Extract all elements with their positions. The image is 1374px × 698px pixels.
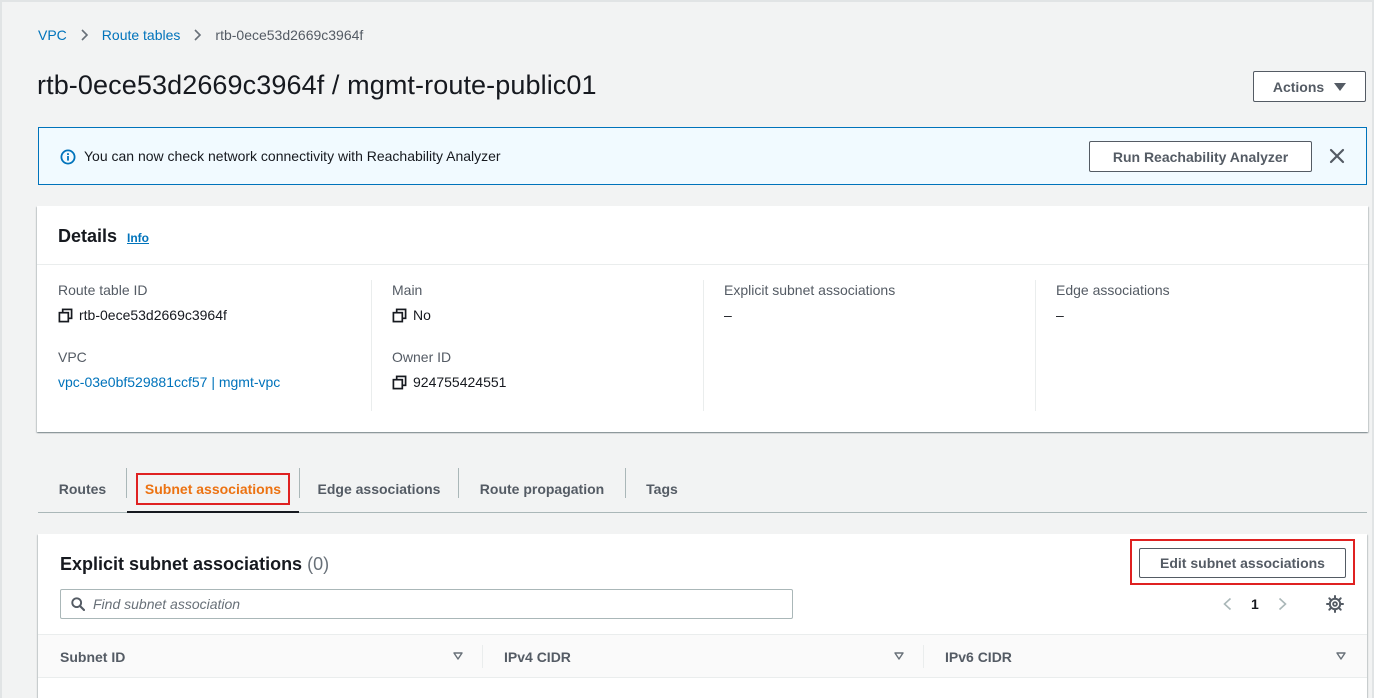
- run-reachability-analyzer-button[interactable]: Run Reachability Analyzer: [1089, 141, 1312, 172]
- chevron-right-icon[interactable]: [1275, 597, 1289, 611]
- tab-routes[interactable]: Routes: [38, 466, 127, 512]
- tab-tags[interactable]: Tags: [626, 466, 698, 512]
- table-header-row: Subnet ID IPv4 CIDR IPv6 CIDR: [38, 634, 1367, 678]
- tab-subnet-associations-label: Subnet associations: [135, 473, 291, 505]
- table-title: Explicit subnet associations (0): [60, 554, 329, 575]
- details-column-2: Main No Owner ID 924755424551: [371, 280, 703, 411]
- page-number[interactable]: 1: [1251, 596, 1259, 612]
- banner-message: You can now check network connectivity w…: [84, 148, 501, 164]
- edge-associations-value: –: [1056, 307, 1064, 323]
- sort-caret-icon[interactable]: [452, 650, 464, 662]
- copy-icon[interactable]: [392, 308, 407, 323]
- breadcrumb: VPC Route tables rtb-0ece53d2669c3964f: [38, 27, 363, 43]
- column-header-ipv6-cidr[interactable]: IPv6 CIDR: [945, 635, 1012, 678]
- column-divider: [923, 645, 924, 668]
- route-table-id-field: Route table ID rtb-0ece53d2669c3964f: [58, 280, 370, 325]
- search-input[interactable]: [93, 596, 773, 612]
- copy-icon[interactable]: [58, 308, 73, 323]
- vpc-link[interactable]: vpc-03e0bf529881ccf57 | mgmt-vpc: [58, 372, 370, 392]
- tab-bar: Routes Subnet associations Edge associat…: [38, 466, 1367, 513]
- details-panel: Details Info Route table ID rtb-0ece53d2…: [37, 206, 1368, 432]
- copy-icon[interactable]: [392, 375, 407, 390]
- route-table-id-label: Route table ID: [58, 282, 148, 298]
- details-column-4: Edge associations –: [1035, 280, 1367, 411]
- info-circle-icon: [60, 149, 76, 165]
- caret-down-icon: [1334, 82, 1347, 91]
- sort-caret-icon[interactable]: [1335, 650, 1347, 662]
- owner-id-field: Owner ID 924755424551: [392, 347, 703, 392]
- explicit-subnet-label: Explicit subnet associations: [724, 282, 896, 298]
- breadcrumb-vpc-link[interactable]: VPC: [38, 27, 67, 43]
- chevron-right-icon: [80, 29, 89, 41]
- details-columns: Route table ID rtb-0ece53d2669c3964f VPC…: [37, 266, 1368, 431]
- actions-label: Actions: [1272, 78, 1325, 95]
- table-count: (0): [307, 554, 330, 574]
- column-header-subnet-id[interactable]: Subnet ID: [60, 635, 125, 678]
- tab-route-propagation[interactable]: Route propagation: [459, 466, 625, 512]
- explicit-subnet-value: –: [724, 307, 732, 323]
- search-icon: [71, 597, 85, 611]
- owner-id-label: Owner ID: [392, 349, 452, 365]
- owner-id-text: 924755424551: [413, 374, 507, 390]
- main-value: No: [392, 305, 703, 325]
- tab-edge-associations[interactable]: Edge associations: [300, 466, 458, 512]
- search-box[interactable]: [60, 589, 793, 619]
- owner-id-value: 924755424551: [392, 372, 703, 392]
- chevron-right-icon: [193, 29, 202, 41]
- subnet-associations-panel: Explicit subnet associations (0) Edit su…: [38, 534, 1367, 698]
- main-label: Main: [392, 282, 423, 298]
- vpc-label: VPC: [58, 349, 87, 365]
- chevron-left-icon[interactable]: [1221, 597, 1235, 611]
- details-header: Details Info: [37, 206, 1368, 265]
- breadcrumb-current: rtb-0ece53d2669c3964f: [215, 27, 364, 43]
- actions-button[interactable]: Actions: [1253, 71, 1366, 102]
- page: VPC Route tables rtb-0ece53d2669c3964f r…: [0, 0, 1374, 698]
- breadcrumb-route-tables-link[interactable]: Route tables: [102, 27, 181, 43]
- table-title-text: Explicit subnet associations: [60, 554, 303, 574]
- tab-subnet-associations[interactable]: Subnet associations: [127, 466, 299, 513]
- explicit-subnet-field: Explicit subnet associations –: [724, 280, 1035, 325]
- edge-associations-field: Edge associations –: [1056, 280, 1367, 325]
- details-title: Details: [58, 226, 118, 246]
- details-info-link[interactable]: Info: [127, 231, 149, 245]
- close-icon[interactable]: [1327, 146, 1347, 166]
- pagination: 1: [1221, 592, 1289, 616]
- edit-subnet-associations-button[interactable]: Edit subnet associations: [1139, 548, 1346, 578]
- gear-icon[interactable]: [1326, 595, 1344, 613]
- main-field: Main No: [392, 280, 703, 325]
- route-table-id-text: rtb-0ece53d2669c3964f: [79, 307, 227, 323]
- info-banner: You can now check network connectivity w…: [38, 127, 1367, 185]
- edge-associations-label: Edge associations: [1056, 282, 1170, 298]
- sort-caret-icon[interactable]: [893, 650, 905, 662]
- column-header-ipv4-cidr[interactable]: IPv4 CIDR: [504, 635, 571, 678]
- page-title: rtb-0ece53d2669c3964f / mgmt-route-publi…: [37, 70, 597, 100]
- details-column-1: Route table ID rtb-0ece53d2669c3964f VPC…: [58, 280, 370, 411]
- details-column-3: Explicit subnet associations –: [703, 280, 1035, 411]
- column-divider: [482, 645, 483, 668]
- route-table-id-value: rtb-0ece53d2669c3964f: [58, 305, 370, 325]
- vpc-field: VPC vpc-03e0bf529881ccf57 | mgmt-vpc: [58, 347, 370, 392]
- main-text: No: [413, 307, 431, 323]
